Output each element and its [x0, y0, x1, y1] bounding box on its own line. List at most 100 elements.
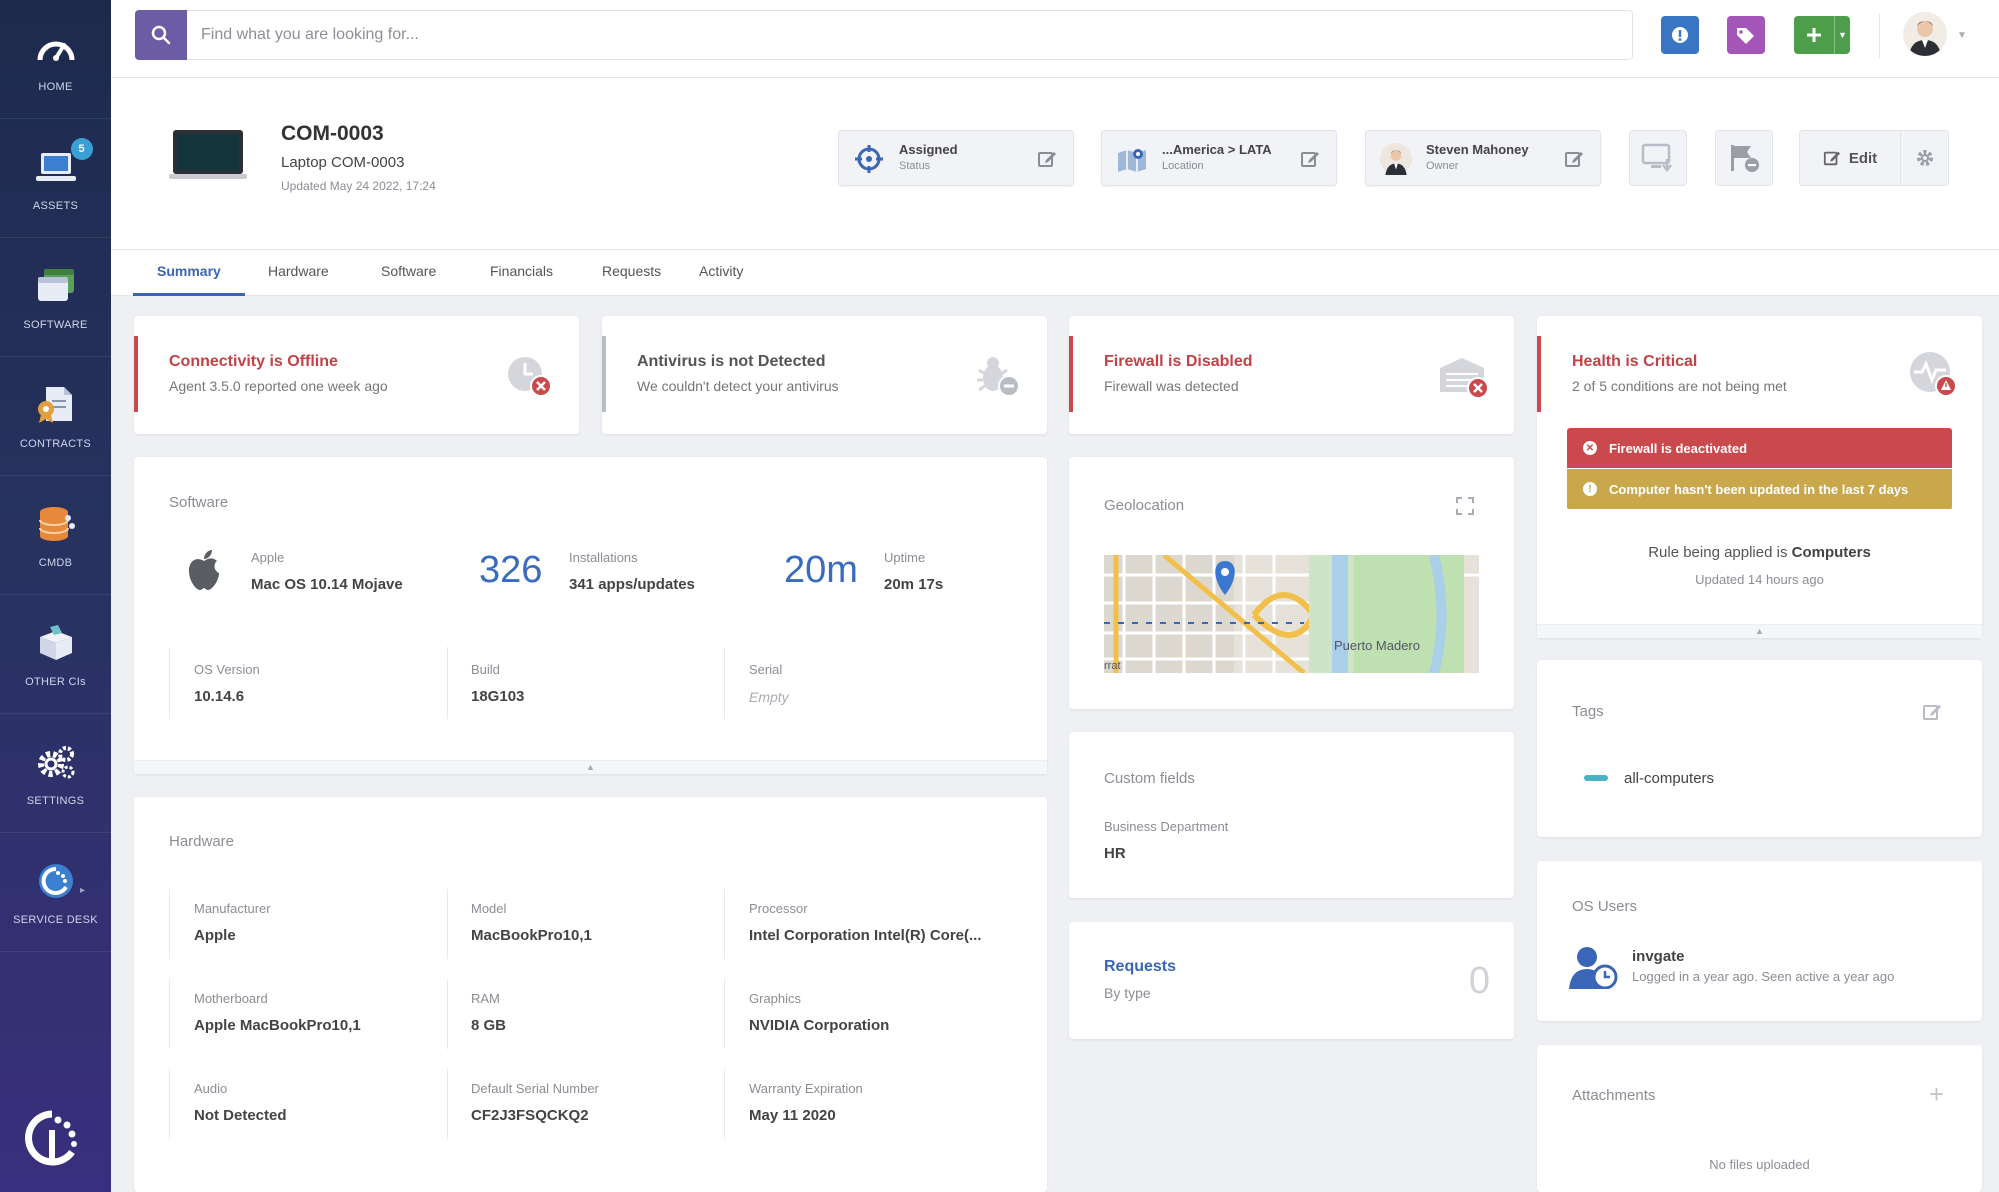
speedometer-icon [33, 25, 79, 71]
serial-label: Serial [749, 662, 783, 677]
geolocation-panel: Geolocation Puerto Madero rrat [1069, 457, 1514, 709]
status-label: Status [899, 160, 931, 172]
nav-cmdb[interactable]: CMDB [0, 476, 111, 595]
installations-count[interactable]: 326 [479, 549, 542, 592]
firewall-error-icon [1438, 354, 1490, 400]
connectivity-alert-card[interactable]: Connectivity is Offline Agent 3.5.0 repo… [134, 316, 579, 434]
section-title: Software [169, 494, 229, 511]
os-version-label: OS Version [194, 662, 260, 677]
graphics-value: NVIDIA Corporation [749, 1017, 890, 1034]
installations-label: Installations [569, 550, 638, 565]
requests-title[interactable]: Requests [1104, 958, 1176, 976]
tab-bar: Summary Hardware Software Financials Req… [111, 250, 1999, 296]
add-button[interactable]: ▼ [1794, 16, 1850, 54]
caret-down-icon[interactable]: ▼ [1834, 16, 1850, 54]
tab-requests[interactable]: Requests [578, 250, 685, 296]
section-title: Tags [1572, 703, 1604, 720]
nav-settings[interactable]: SETTINGS [0, 714, 111, 833]
custom-fields-panel: Custom fields Business Department HR [1069, 732, 1514, 898]
edit-button[interactable]: Edit [1799, 130, 1901, 186]
installations-detail: 341 apps/updates [569, 576, 695, 593]
graphics-label: Graphics [749, 991, 802, 1006]
condition-row-error: ✕ Firewall is deactivated [1567, 428, 1952, 468]
tag-item[interactable]: all-computers [1624, 770, 1714, 787]
laptop-icon: 5 [33, 138, 93, 190]
plus-icon[interactable]: + [1929, 1079, 1944, 1110]
default-serial-label: Default Serial Number [471, 1081, 599, 1096]
report-flag-button[interactable] [1715, 130, 1773, 186]
edit-icon[interactable] [1922, 702, 1942, 722]
edit-icon[interactable] [1298, 147, 1322, 171]
nav-assets-label: ASSETS [32, 200, 79, 212]
uptime-big: 20m [784, 549, 858, 591]
owner-value: Steven Mahoney [1426, 142, 1529, 157]
antivirus-alert-card[interactable]: Antivirus is not Detected We couldn't de… [602, 316, 1047, 434]
requests-subtitle: By type [1104, 985, 1151, 1001]
tab-financials[interactable]: Financials [466, 250, 577, 296]
nav-software[interactable]: SOFTWARE [0, 238, 111, 357]
caret-down-icon[interactable]: ▼ [1957, 30, 1967, 41]
manufacturer-label: Manufacturer [194, 901, 271, 916]
tab-activity[interactable]: Activity [675, 250, 767, 296]
nav-other-cis[interactable]: OTHER CIs [0, 595, 111, 714]
location-card[interactable]: ...America > LATA Location [1101, 130, 1337, 186]
nav-home[interactable]: HOME [0, 0, 111, 119]
alert-bar [1537, 336, 1541, 412]
exclamation-icon [1672, 27, 1688, 43]
audio-label: Audio [194, 1081, 228, 1096]
owner-card[interactable]: Steven Mahoney Owner [1365, 130, 1601, 186]
nav-assets[interactable]: 5 ASSETS [0, 119, 111, 238]
divider [1879, 14, 1880, 58]
divider [724, 1069, 725, 1139]
attachments-empty: No files uploaded [1709, 1157, 1810, 1172]
nav-contracts[interactable]: CONTRACTS [0, 357, 111, 476]
divider [169, 889, 170, 959]
status-card[interactable]: Assigned Status [838, 130, 1074, 186]
collapse-toggle[interactable]: ▲ [134, 760, 1047, 774]
remote-desktop-button[interactable] [1629, 130, 1687, 186]
alert-bar [134, 336, 138, 412]
contract-icon [33, 382, 79, 428]
firewall-alert-card[interactable]: Firewall is Disabled Firewall was detect… [1069, 316, 1514, 434]
tag-color-swatch [1584, 775, 1608, 781]
user-avatar[interactable] [1903, 12, 1947, 56]
apple-logo-icon [186, 549, 222, 593]
location-map[interactable]: Puerto Madero rrat [1104, 555, 1479, 673]
rule-name[interactable]: Computers [1792, 544, 1871, 561]
divider [447, 889, 448, 959]
tab-summary[interactable]: Summary [133, 250, 245, 296]
alerts-button[interactable] [1661, 16, 1699, 54]
status-value: Assigned [899, 142, 958, 157]
uptime-detail: 20m 17s [884, 576, 944, 593]
settings-button[interactable] [1901, 130, 1949, 186]
nav-service-desk[interactable]: ▸ SERVICE DESK [0, 833, 111, 952]
nav-contracts-label: CONTRACTS [19, 438, 92, 450]
asset-header: COM-0003 Laptop COM-0003 Updated May 24 … [111, 78, 1999, 250]
tab-software[interactable]: Software [357, 250, 460, 296]
model-value: MacBookPro10,1 [471, 927, 592, 944]
expand-icon[interactable] [1456, 497, 1474, 515]
owner-avatar [1380, 143, 1412, 175]
build-value: 18G103 [471, 688, 525, 705]
asset-id: COM-0003 [281, 122, 384, 145]
divider [169, 979, 170, 1049]
collapse-toggle[interactable]: ▲ [1537, 624, 1982, 638]
search-input[interactable] [187, 10, 1633, 60]
search-button[interactable] [135, 10, 187, 60]
divider [447, 647, 448, 719]
business-department-label: Business Department [1104, 819, 1229, 834]
edit-icon[interactable] [1562, 147, 1586, 171]
requests-panel[interactable]: Requests By type 0 [1069, 922, 1514, 1039]
edit-icon[interactable] [1035, 147, 1059, 171]
section-title: OS Users [1572, 898, 1638, 915]
tags-button[interactable] [1727, 16, 1765, 54]
heartbeat-warning-icon [1906, 350, 1958, 400]
model-label: Model [471, 901, 507, 916]
plus-icon [1807, 28, 1821, 42]
x-circle-icon: ✕ [1583, 441, 1597, 455]
warranty-label: Warranty Expiration [749, 1081, 863, 1096]
asset-updated-date: Updated May 24 2022, 17:24 [281, 179, 436, 193]
tab-hardware[interactable]: Hardware [244, 250, 353, 296]
warranty-value: May 11 2020 [749, 1107, 836, 1124]
top-bar: ▼ ▼ [111, 0, 1999, 78]
